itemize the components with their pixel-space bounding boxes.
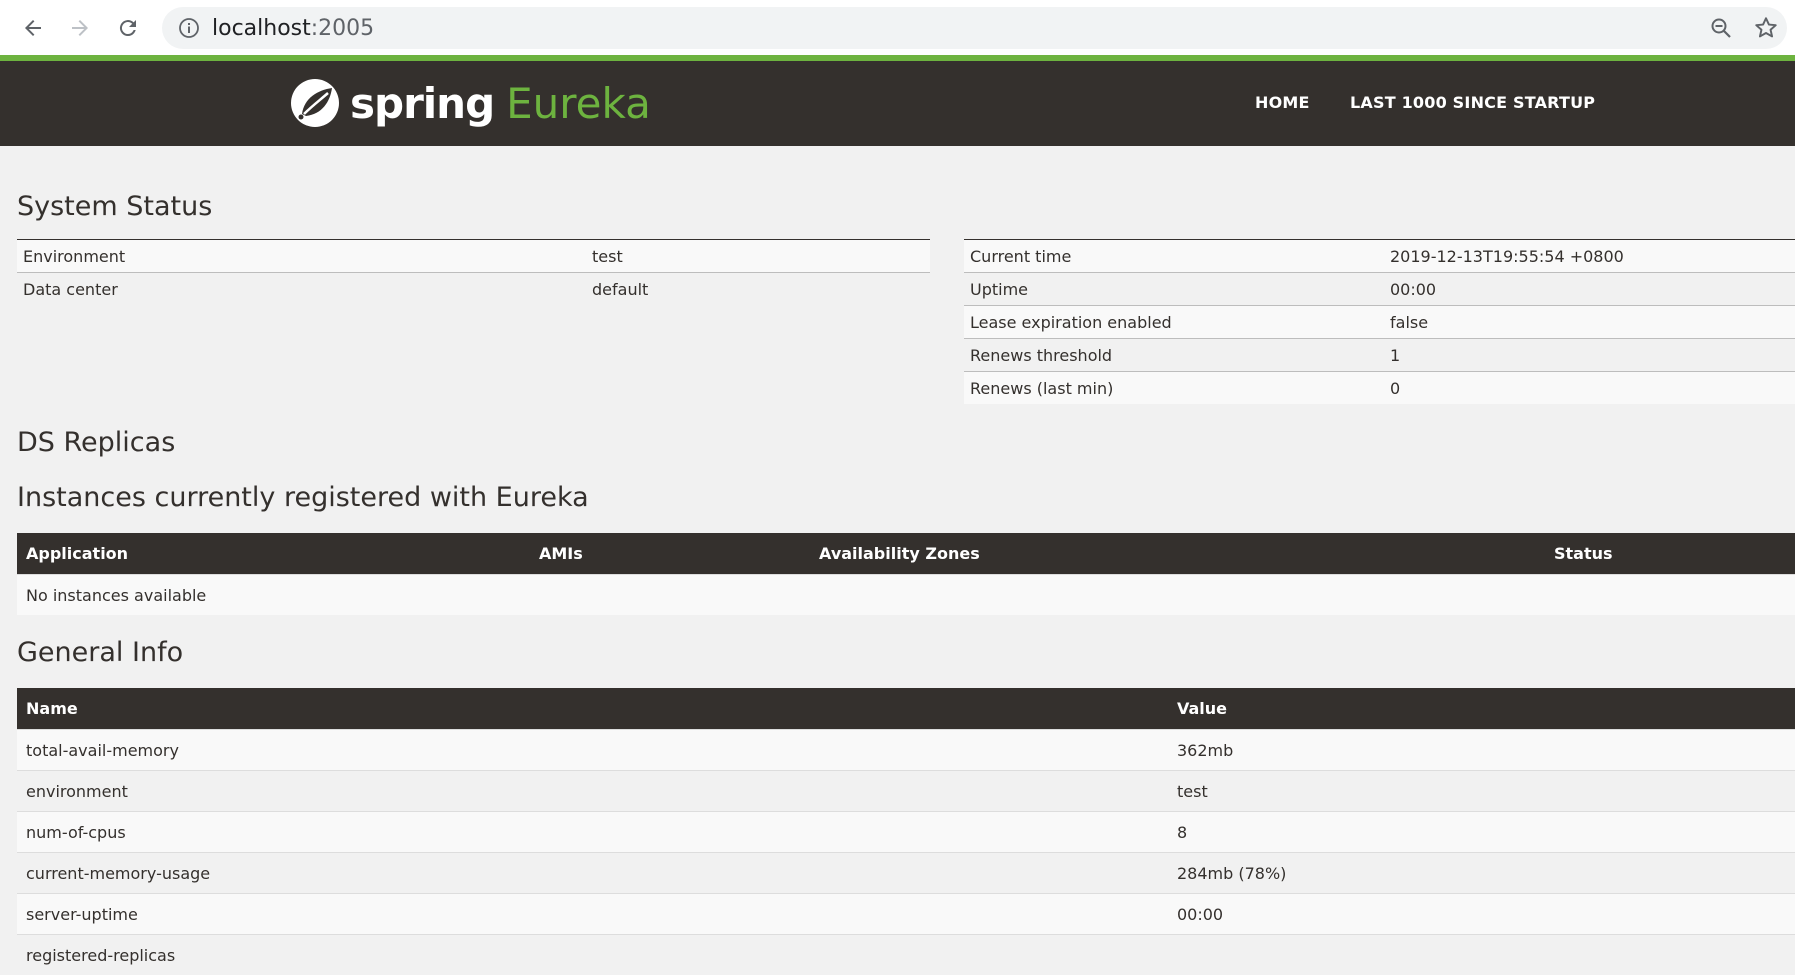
brand-eureka-text: Eureka	[506, 79, 651, 128]
spring-leaf-icon	[288, 76, 342, 130]
table-row: Environment test	[17, 240, 930, 273]
url-text[interactable]: localhost:2005	[212, 16, 374, 41]
info-name: current-memory-usage	[17, 853, 1168, 894]
table-row: environment test	[17, 771, 1795, 812]
status-label: Current time	[964, 240, 1384, 273]
status-value: 1	[1384, 339, 1795, 372]
url-host: localhost	[212, 16, 311, 41]
info-value	[1168, 935, 1795, 975]
status-value: 00:00	[1384, 273, 1795, 306]
nav-home[interactable]: HOME	[1255, 93, 1310, 112]
reload-icon	[116, 16, 140, 40]
status-value: default	[586, 273, 930, 306]
brand-spring-text: spring	[350, 79, 494, 128]
bookmark-star-icon[interactable]	[1753, 15, 1779, 41]
info-icon[interactable]	[178, 17, 200, 39]
info-name: num-of-cpus	[17, 812, 1168, 853]
info-value: 00:00	[1168, 894, 1795, 935]
system-status-heading: System Status	[17, 191, 212, 222]
info-name: registered-replicas	[17, 935, 1168, 975]
table-row: No instances available	[17, 575, 1795, 616]
reload-button[interactable]	[110, 10, 146, 46]
status-label: Lease expiration enabled	[964, 306, 1384, 339]
info-value: 8	[1168, 812, 1795, 853]
column-header-status: Status	[1545, 533, 1795, 575]
column-header-application: Application	[17, 533, 530, 575]
status-label: Data center	[17, 273, 586, 306]
table-row: server-uptime 00:00	[17, 894, 1795, 935]
table-header-row: Application AMIs Availability Zones Stat…	[17, 533, 1795, 575]
status-value: test	[586, 240, 930, 273]
table-row: Current time 2019-12-13T19:55:54 +0800	[964, 240, 1795, 273]
info-value: 362mb	[1168, 730, 1795, 771]
brand-logo[interactable]: spring Eureka	[288, 73, 651, 133]
column-header-amis: AMIs	[530, 533, 810, 575]
info-value: test	[1168, 771, 1795, 812]
table-row: registered-replicas	[17, 935, 1795, 975]
url-port: :2005	[311, 16, 374, 41]
status-value: false	[1384, 306, 1795, 339]
system-status-right-table: Current time 2019-12-13T19:55:54 +0800 U…	[964, 239, 1795, 404]
table-row: current-memory-usage 284mb (78%)	[17, 853, 1795, 894]
info-value: 284mb (78%)	[1168, 853, 1795, 894]
instances-table: Application AMIs Availability Zones Stat…	[17, 533, 1795, 615]
table-row: Lease expiration enabled false	[964, 306, 1795, 339]
arrow-left-icon	[21, 16, 45, 40]
forward-button[interactable]	[62, 10, 98, 46]
ds-replicas-heading: DS Replicas	[17, 427, 175, 458]
browser-toolbar: localhost:2005	[0, 0, 1795, 55]
column-header-availability-zones: Availability Zones	[810, 533, 1545, 575]
arrow-right-icon	[68, 16, 92, 40]
status-value: 2019-12-13T19:55:54 +0800	[1384, 240, 1795, 273]
column-header-value: Value	[1168, 688, 1795, 730]
instances-heading: Instances currently registered with Eure…	[17, 482, 589, 513]
system-status-left-table: Environment test Data center default	[17, 239, 930, 305]
column-header-name: Name	[17, 688, 1168, 730]
address-bar[interactable]: localhost:2005	[162, 7, 1787, 49]
table-row: total-avail-memory 362mb	[17, 730, 1795, 771]
status-value: 0	[1384, 372, 1795, 405]
status-label: Uptime	[964, 273, 1384, 306]
table-row: Uptime 00:00	[964, 273, 1795, 306]
eureka-navbar: spring Eureka HOME LAST 1000 SINCE START…	[0, 61, 1795, 146]
zoom-out-icon[interactable]	[1709, 16, 1733, 40]
info-name: total-avail-memory	[17, 730, 1168, 771]
general-info-heading: General Info	[17, 637, 183, 668]
info-name: environment	[17, 771, 1168, 812]
general-info-table: Name Value total-avail-memory 362mb envi…	[17, 688, 1795, 975]
table-row: Renews (last min) 0	[964, 372, 1795, 405]
status-label: Environment	[17, 240, 586, 273]
info-name: server-uptime	[17, 894, 1168, 935]
table-header-row: Name Value	[17, 688, 1795, 730]
nav-last-1000[interactable]: LAST 1000 SINCE STARTUP	[1350, 93, 1595, 112]
table-row: Data center default	[17, 273, 930, 306]
no-instances-message: No instances available	[17, 575, 1795, 616]
status-label: Renews threshold	[964, 339, 1384, 372]
table-row: Renews threshold 1	[964, 339, 1795, 372]
status-label: Renews (last min)	[964, 372, 1384, 405]
table-row: num-of-cpus 8	[17, 812, 1795, 853]
back-button[interactable]	[15, 10, 51, 46]
